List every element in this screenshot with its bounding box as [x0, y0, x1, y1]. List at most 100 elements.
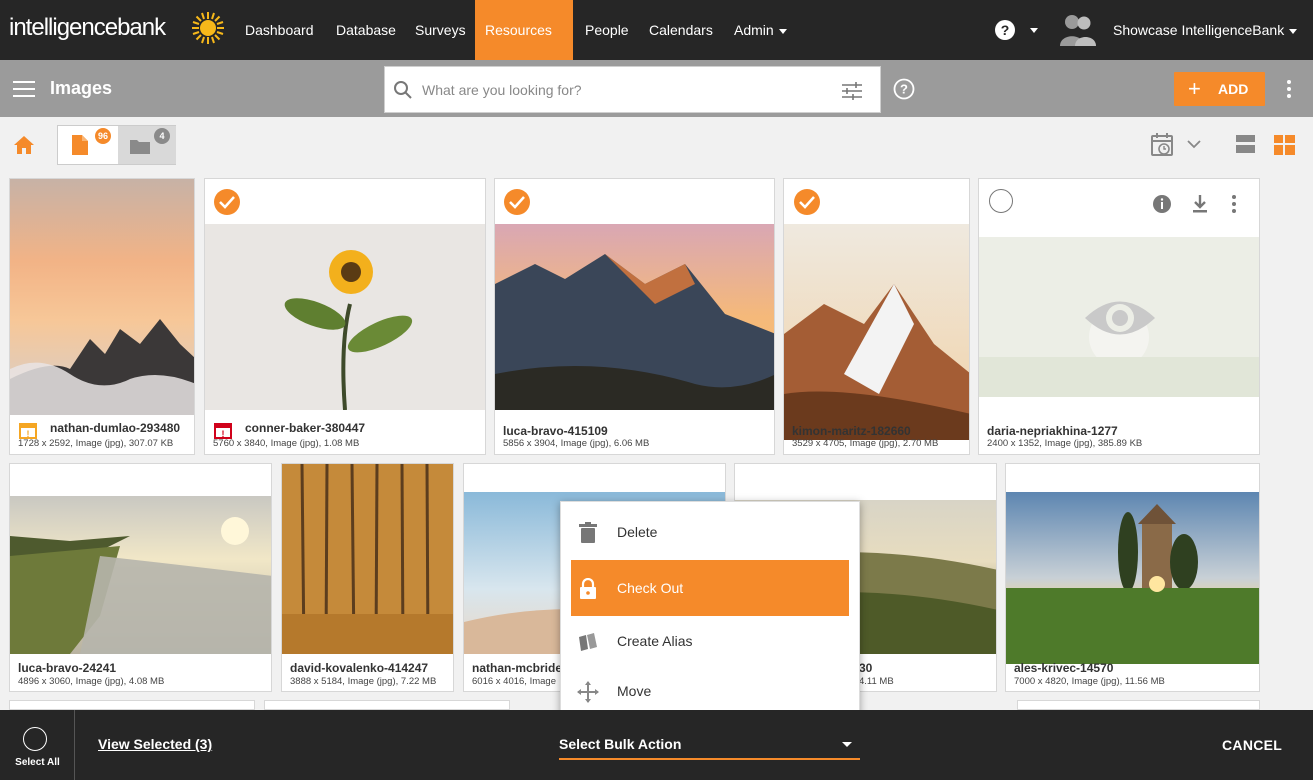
selected-check-icon[interactable] — [504, 189, 530, 215]
asset-title: luca-bravo-24241 — [18, 661, 117, 675]
info-icon[interactable] — [1152, 194, 1172, 214]
chevron-down-icon — [1289, 28, 1298, 34]
asset-meta: 1728 x 2592, Image (jpg), 307.07 KB — [18, 438, 174, 449]
nav-people[interactable]: People — [575, 0, 639, 60]
asset-meta: 3529 x 4705, Image (jpg), 2.70 MB — [792, 438, 939, 449]
select-all-toggle[interactable]: Select All — [0, 710, 75, 780]
chevron-down-icon — [842, 742, 852, 747]
folder-icon — [130, 140, 150, 154]
bulk-action-select[interactable]: Select Bulk Action — [559, 728, 860, 760]
nav-resources-label: Resources — [485, 22, 552, 38]
asset-title: nathan-mcbride — [472, 661, 563, 675]
select-all-circle-icon — [23, 727, 47, 751]
asset-thumbnail[interactable] — [282, 464, 454, 654]
asset-card[interactable]: david-kovalenko-414247 3888 x 5184, Imag… — [281, 463, 454, 692]
menu-item-label: Create Alias — [617, 633, 693, 649]
asset-title: david-kovalenko-414247 — [290, 661, 429, 675]
alias-icon — [579, 633, 597, 651]
preview-eye-icon[interactable] — [1083, 295, 1157, 341]
asset-card[interactable]: ales-krivec-14570 7000 x 4820, Image (jp… — [1005, 463, 1260, 692]
page-toolbar: Images ? + ADD — [0, 60, 1313, 117]
select-all-label: Select All — [15, 757, 60, 768]
selected-check-icon[interactable] — [214, 189, 240, 215]
asset-thumbnail[interactable] — [1006, 492, 1260, 664]
cancel-button[interactable]: CANCEL — [1222, 737, 1282, 753]
menu-item-create-alias[interactable]: Create Alias — [571, 613, 849, 669]
asset-meta: 3888 x 5184, Image (jpg), 7.22 MB — [290, 676, 437, 687]
user-menu[interactable]: Showcase IntelligenceBank — [1113, 0, 1298, 60]
nav-surveys[interactable]: Surveys — [405, 0, 476, 60]
asset-card-partial — [264, 700, 510, 710]
nav-resources[interactable]: Resources — [475, 0, 573, 94]
menu-item-check-out[interactable]: Check Out — [571, 560, 849, 616]
select-checkbox[interactable] — [989, 189, 1013, 213]
selected-check-icon[interactable] — [794, 189, 820, 215]
grid-view-icon[interactable] — [1274, 135, 1295, 155]
asset-card[interactable]: ! conner-baker-380447 5760 x 3840, Image… — [204, 178, 486, 455]
asset-card[interactable]: luca-bravo-24241 4896 x 3060, Image (jpg… — [9, 463, 272, 692]
folder-count-badge: 4 — [154, 128, 170, 144]
asset-thumbnail[interactable] — [10, 496, 272, 654]
calendar-warning-red-icon: ! — [214, 423, 232, 439]
brand-logo[interactable]: intelligencebank — [9, 14, 166, 42]
add-button[interactable]: + ADD — [1174, 72, 1265, 106]
view-selected-link[interactable]: View Selected (3) — [98, 736, 212, 752]
file-icon — [72, 135, 88, 155]
search-bar — [384, 66, 881, 113]
asset-card[interactable]: kimon-maritz-182660 3529 x 4705, Image (… — [783, 178, 970, 455]
asset-meta: 5760 x 3840, Image (jpg), 1.08 MB — [213, 438, 360, 449]
user-name: Showcase IntelligenceBank — [1113, 22, 1285, 38]
trash-icon — [579, 522, 597, 543]
content-type-toggle: 96 4 — [57, 125, 176, 165]
asset-title: nathan-dumlao-293480 — [50, 421, 181, 435]
asset-title: daria-nepriakhina-1277 — [987, 424, 1118, 438]
download-icon[interactable] — [1191, 194, 1209, 214]
more-options-icon[interactable] — [1286, 80, 1292, 98]
asset-card[interactable]: ! nathan-dumlao-293480 1728 x 2592, Imag… — [9, 178, 195, 455]
bulk-action-menu: Delete Check Out Create Alias Move — [560, 501, 860, 721]
asset-card-partial — [1017, 700, 1260, 710]
menu-item-delete[interactable]: Delete — [571, 504, 849, 560]
asset-title: 30 — [859, 661, 873, 675]
asset-thumbnail[interactable] — [205, 224, 486, 410]
menu-item-label: Delete — [617, 524, 658, 540]
nav-calendars[interactable]: Calendars — [639, 0, 723, 60]
user-avatar-icon[interactable] — [1058, 13, 1098, 47]
question-circle-icon[interactable]: ? — [893, 78, 915, 100]
menu-item-label: Check Out — [617, 580, 684, 596]
asset-card[interactable]: luca-bravo-415109 5856 x 3904, Image (jp… — [494, 178, 775, 455]
list-view-icon[interactable] — [1236, 135, 1255, 153]
home-icon[interactable] — [13, 135, 35, 155]
calendar-warning-orange-icon: ! — [19, 423, 37, 439]
asset-title: ales-krivec-14570 — [1014, 661, 1114, 675]
asset-meta: 6016 x 4016, Image — [472, 676, 556, 687]
asset-thumbnail[interactable] — [10, 179, 195, 415]
asset-thumbnail[interactable] — [495, 224, 775, 410]
filter-sliders-icon[interactable] — [841, 81, 863, 101]
chevron-down-icon[interactable] — [1187, 139, 1201, 149]
search-icon[interactable] — [393, 80, 413, 100]
move-icon — [577, 681, 599, 703]
chevron-down-icon — [778, 28, 787, 34]
asset-meta: 4.11 MB — [859, 676, 894, 687]
calendar-clock-icon[interactable] — [1151, 132, 1175, 158]
nav-admin[interactable]: Admin — [724, 0, 797, 60]
asset-title: conner-baker-380447 — [245, 421, 366, 435]
file-count-badge: 96 — [95, 128, 111, 144]
nav-database[interactable]: Database — [326, 0, 406, 60]
top-navigation-bar: intelligencebank Dashboard Database Surv… — [0, 0, 1313, 94]
asset-meta: 4896 x 3060, Image (jpg), 4.08 MB — [18, 676, 165, 687]
asset-meta: 7000 x 4820, Image (jpg), 11.56 MB — [1014, 676, 1165, 687]
lock-icon — [580, 578, 596, 599]
card-more-icon[interactable] — [1232, 195, 1236, 213]
nav-dashboard[interactable]: Dashboard — [235, 0, 324, 60]
hamburger-menu-icon[interactable] — [13, 81, 35, 97]
folders-filter-button[interactable]: 4 — [118, 126, 176, 164]
sun-logo-icon — [192, 12, 224, 44]
search-input[interactable] — [422, 79, 822, 101]
asset-thumbnail[interactable] — [784, 224, 970, 440]
help-menu-chevron-icon[interactable] — [1030, 28, 1038, 33]
files-filter-button[interactable]: 96 — [58, 126, 118, 164]
asset-card[interactable]: daria-nepriakhina-1277 2400 x 1352, Imag… — [978, 178, 1260, 455]
help-icon[interactable]: ? — [995, 20, 1015, 40]
